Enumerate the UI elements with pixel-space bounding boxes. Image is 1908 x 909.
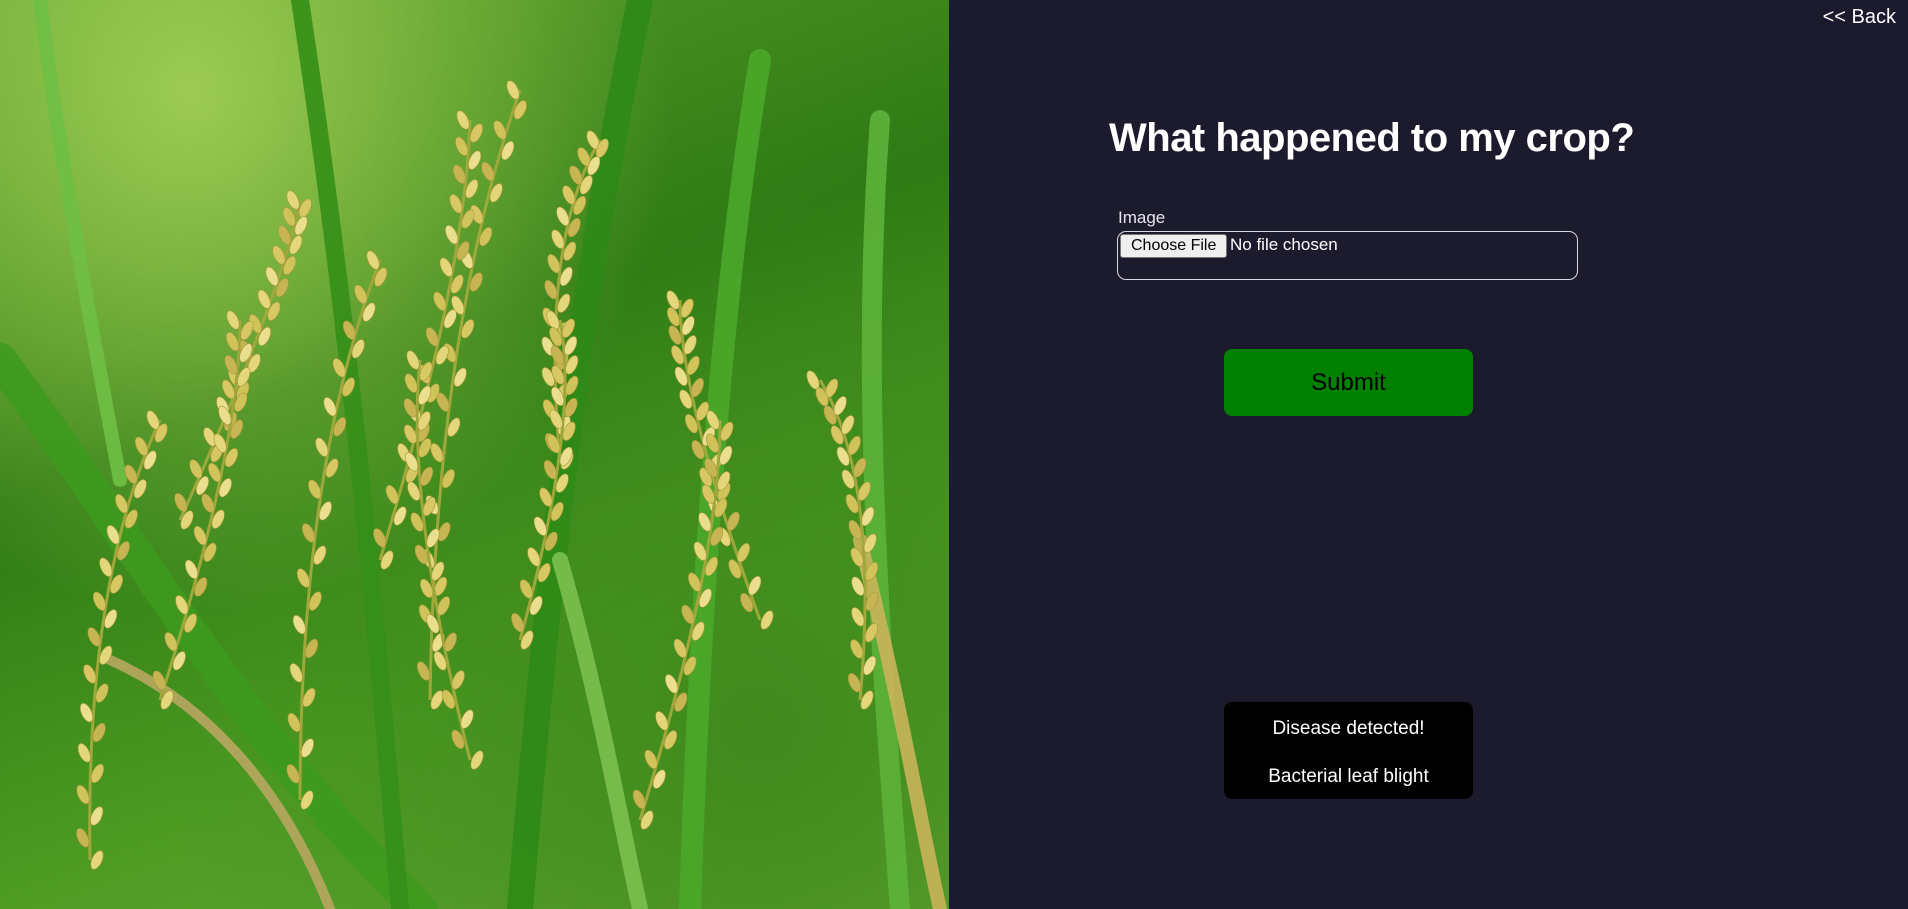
result-heading: Disease detected! — [1272, 718, 1425, 739]
rice-crop-illustration — [0, 0, 947, 909]
back-link[interactable]: << Back — [1823, 6, 1896, 29]
choose-file-button[interactable]: Choose File — [1120, 234, 1228, 258]
submit-button[interactable]: Submit — [1224, 349, 1473, 416]
page-title: What happened to my crop? — [1109, 116, 1635, 160]
form-panel: << Back What happened to my crop? Image … — [949, 0, 1908, 909]
rice-crop-photo — [0, 0, 949, 909]
image-file-input[interactable]: Choose File No file chosen — [1117, 231, 1578, 280]
result-disease-name: Bacterial leaf blight — [1268, 766, 1429, 787]
page: << Back What happened to my crop? Image … — [0, 0, 1908, 909]
image-field-label: Image — [1118, 208, 1166, 227]
file-status-text: No file chosen — [1230, 235, 1338, 254]
result-box: Disease detected! Bacterial leaf blight — [1224, 702, 1473, 799]
